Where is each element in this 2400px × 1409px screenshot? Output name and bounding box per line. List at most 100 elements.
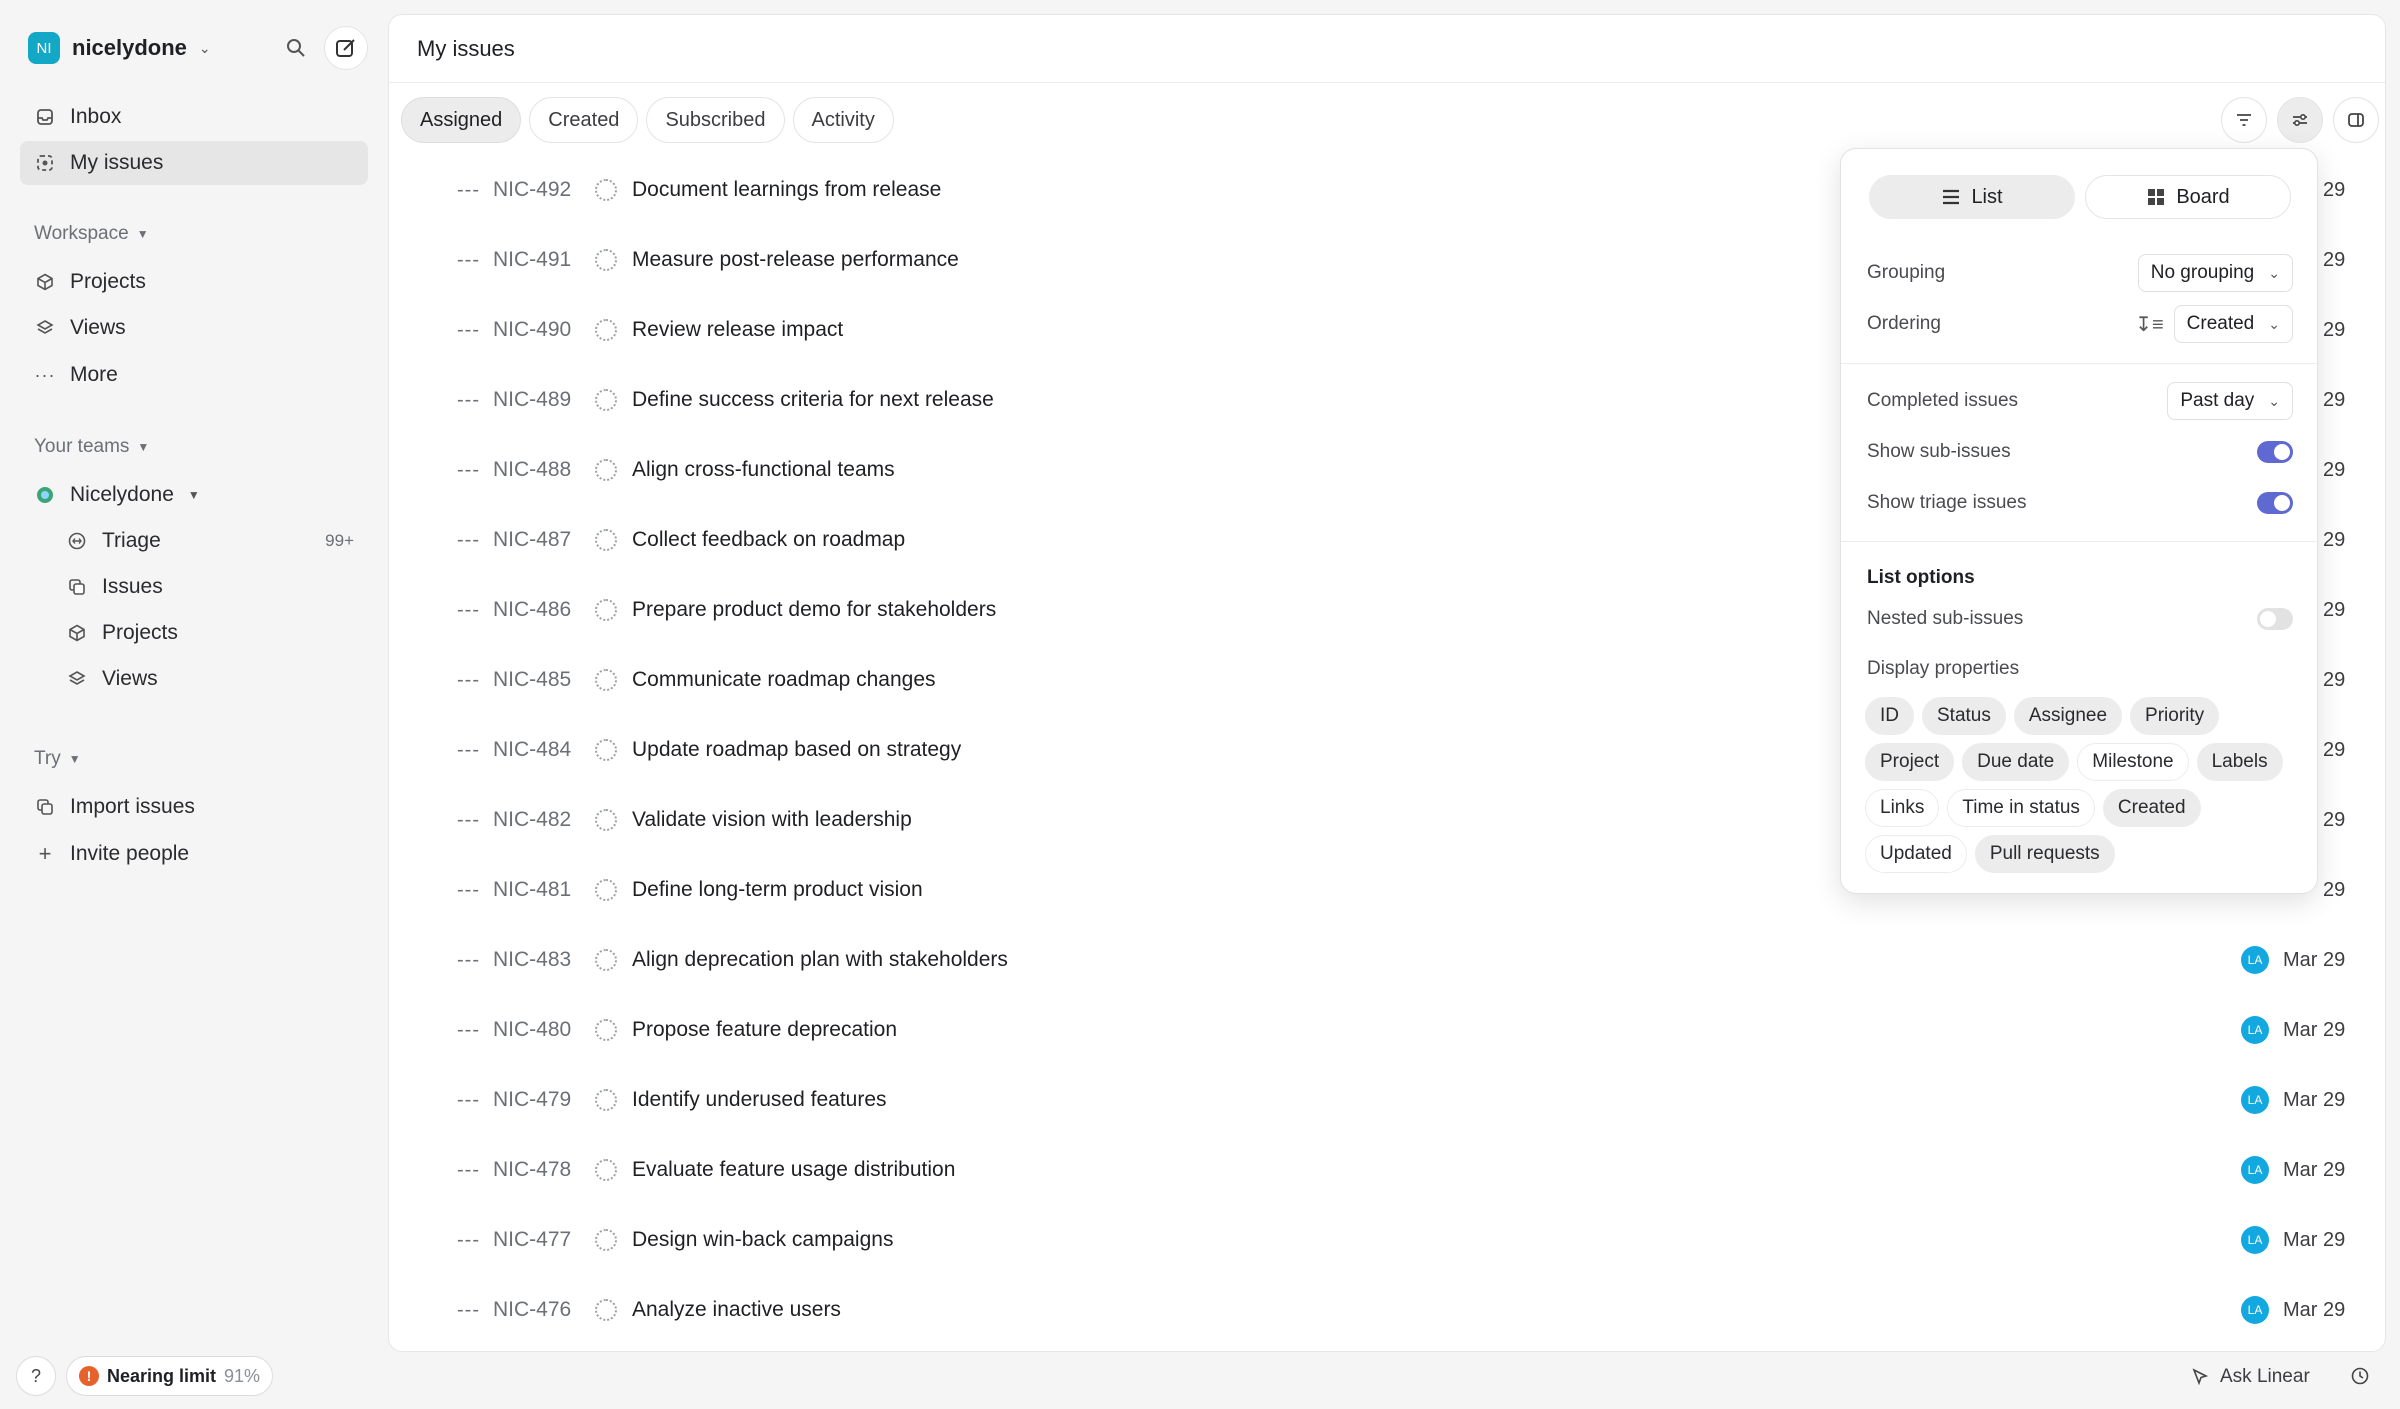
priority-icon[interactable]: --- bbox=[457, 249, 480, 272]
priority-icon[interactable]: --- bbox=[457, 1019, 480, 1042]
priority-icon[interactable]: --- bbox=[457, 1299, 480, 1322]
priority-icon[interactable]: --- bbox=[457, 389, 480, 412]
status-icon[interactable] bbox=[595, 949, 617, 971]
ordering-select[interactable]: Created ⌄ bbox=[2173, 305, 2293, 343]
sidebar-item-more[interactable]: ··· More bbox=[20, 353, 368, 397]
status-icon[interactable] bbox=[595, 459, 617, 481]
sidebar-item-triage[interactable]: Triage 99+ bbox=[52, 519, 368, 563]
status-icon[interactable] bbox=[595, 389, 617, 411]
section-workspace[interactable]: Workspace ▼ bbox=[34, 223, 149, 245]
table-row[interactable]: --- NIC-479 Identify underused features LA M… bbox=[389, 1065, 2385, 1135]
history-icon[interactable] bbox=[2350, 1366, 2370, 1392]
sidebar-item-invite-people[interactable]: + Invite people bbox=[20, 832, 368, 876]
priority-icon[interactable]: --- bbox=[457, 669, 480, 692]
status-icon[interactable] bbox=[595, 739, 617, 761]
sidebar-item-issues[interactable]: Issues bbox=[52, 565, 368, 609]
issue-id: NIC-484 bbox=[493, 738, 572, 761]
section-your-teams[interactable]: Your teams ▼ bbox=[34, 436, 149, 458]
property-chip-priority[interactable]: Priority bbox=[2130, 697, 2220, 735]
avatar[interactable]: LA bbox=[2241, 946, 2269, 974]
status-icon[interactable] bbox=[595, 1229, 617, 1251]
filter-button[interactable] bbox=[2221, 97, 2267, 143]
table-row[interactable]: --- NIC-476 Analyze inactive users LA Mar 29 bbox=[389, 1275, 2385, 1345]
section-try[interactable]: Try ▼ bbox=[34, 748, 81, 770]
priority-icon[interactable]: --- bbox=[457, 879, 480, 902]
property-chip-project[interactable]: Project bbox=[1865, 743, 1955, 781]
sidebar-item-inbox[interactable]: Inbox bbox=[20, 95, 368, 139]
avatar[interactable]: LA bbox=[2241, 1086, 2269, 1114]
list-view-toggle[interactable]: List bbox=[1869, 175, 2075, 219]
avatar[interactable]: LA bbox=[2241, 1156, 2269, 1184]
priority-icon[interactable]: --- bbox=[457, 1229, 480, 1252]
property-chip-links[interactable]: Links bbox=[1865, 789, 1940, 827]
tab-created[interactable]: Created bbox=[529, 97, 639, 143]
property-chip-labels[interactable]: Labels bbox=[2196, 743, 2283, 781]
table-row[interactable]: --- NIC-477 Design win-back campaigns LA Mar… bbox=[389, 1205, 2385, 1275]
sidebar-item-import-issues[interactable]: Import issues bbox=[20, 785, 368, 829]
board-view-toggle[interactable]: Board bbox=[2085, 175, 2291, 219]
property-chip-due-date[interactable]: Due date bbox=[1962, 743, 2070, 781]
priority-icon[interactable]: --- bbox=[457, 179, 480, 202]
table-row[interactable]: --- NIC-480 Propose feature deprecation LA M… bbox=[389, 995, 2385, 1065]
show-triage-toggle[interactable] bbox=[2257, 492, 2293, 514]
triage-icon bbox=[66, 530, 88, 552]
nested-sub-issues-toggle[interactable] bbox=[2257, 608, 2293, 630]
sidebar-item-label: Views bbox=[70, 316, 126, 339]
priority-icon[interactable]: --- bbox=[457, 529, 480, 552]
nearing-limit-button[interactable]: ! Nearing limit 91% bbox=[66, 1356, 274, 1396]
property-chip-status[interactable]: Status bbox=[1922, 697, 2006, 735]
completed-issues-select[interactable]: Past day ⌄ bbox=[2167, 382, 2293, 420]
show-sub-issues-toggle[interactable] bbox=[2257, 441, 2293, 463]
toggle-details-button[interactable] bbox=[2333, 97, 2379, 143]
display-options-button[interactable] bbox=[2277, 97, 2323, 143]
tab-assigned[interactable]: Assigned bbox=[401, 97, 522, 143]
status-icon[interactable] bbox=[595, 809, 617, 831]
grouping-select[interactable]: No grouping ⌄ bbox=[2137, 254, 2293, 292]
property-chip-assignee[interactable]: Assignee bbox=[2013, 697, 2123, 735]
sidebar-item-my-issues[interactable]: My issues bbox=[20, 141, 368, 185]
status-icon[interactable] bbox=[595, 319, 617, 341]
status-icon[interactable] bbox=[595, 669, 617, 691]
property-chip-updated[interactable]: Updated bbox=[1865, 835, 1967, 873]
sidebar-team-nicelydone[interactable]: Nicelydone ▼ bbox=[20, 473, 368, 517]
sort-direction-icon[interactable]: ↧≡ bbox=[2135, 312, 2163, 337]
status-icon[interactable] bbox=[595, 1019, 617, 1041]
priority-icon[interactable]: --- bbox=[457, 1089, 480, 1112]
new-issue-button[interactable] bbox=[324, 26, 368, 70]
property-chip-created[interactable]: Created bbox=[2102, 789, 2201, 827]
priority-icon[interactable]: --- bbox=[457, 739, 480, 762]
workspace-switcher[interactable]: NI nicelydone ⌄ bbox=[28, 28, 211, 68]
avatar[interactable]: LA bbox=[2241, 1016, 2269, 1044]
avatar[interactable]: LA bbox=[2241, 1296, 2269, 1324]
tab-activity[interactable]: Activity bbox=[792, 97, 894, 143]
priority-icon[interactable]: --- bbox=[457, 459, 480, 482]
status-icon[interactable] bbox=[595, 1299, 617, 1321]
status-icon[interactable] bbox=[595, 879, 617, 901]
status-icon[interactable] bbox=[595, 529, 617, 551]
sidebar-item-team-projects[interactable]: Projects bbox=[52, 611, 368, 655]
status-icon[interactable] bbox=[595, 249, 617, 271]
property-chip-id[interactable]: ID bbox=[1865, 697, 1914, 735]
priority-icon[interactable]: --- bbox=[457, 949, 480, 972]
ask-linear-button[interactable]: Ask Linear bbox=[2190, 1366, 2310, 1388]
table-row[interactable]: --- NIC-478 Evaluate feature usage distrib… bbox=[389, 1135, 2385, 1205]
sidebar-item-projects[interactable]: Projects bbox=[20, 260, 368, 304]
status-icon[interactable] bbox=[595, 1159, 617, 1181]
avatar[interactable]: LA bbox=[2241, 1226, 2269, 1254]
help-button[interactable]: ? bbox=[16, 1356, 56, 1396]
table-row[interactable]: --- NIC-483 Align deprecation plan with st… bbox=[389, 925, 2385, 995]
sidebar-item-team-views[interactable]: Views bbox=[52, 657, 368, 701]
property-chip-pull-requests[interactable]: Pull requests bbox=[1974, 835, 2115, 873]
search-button[interactable] bbox=[278, 30, 314, 66]
status-icon[interactable] bbox=[595, 599, 617, 621]
sidebar-item-views[interactable]: Views bbox=[20, 306, 368, 350]
priority-icon[interactable]: --- bbox=[457, 1159, 480, 1182]
property-chip-milestone[interactable]: Milestone bbox=[2077, 743, 2189, 781]
priority-icon[interactable]: --- bbox=[457, 599, 480, 622]
status-icon[interactable] bbox=[595, 1089, 617, 1111]
status-icon[interactable] bbox=[595, 179, 617, 201]
tab-subscribed[interactable]: Subscribed bbox=[646, 97, 785, 143]
priority-icon[interactable]: --- bbox=[457, 809, 480, 832]
property-chip-time-in-status[interactable]: Time in status bbox=[1947, 789, 2095, 827]
priority-icon[interactable]: --- bbox=[457, 319, 480, 342]
